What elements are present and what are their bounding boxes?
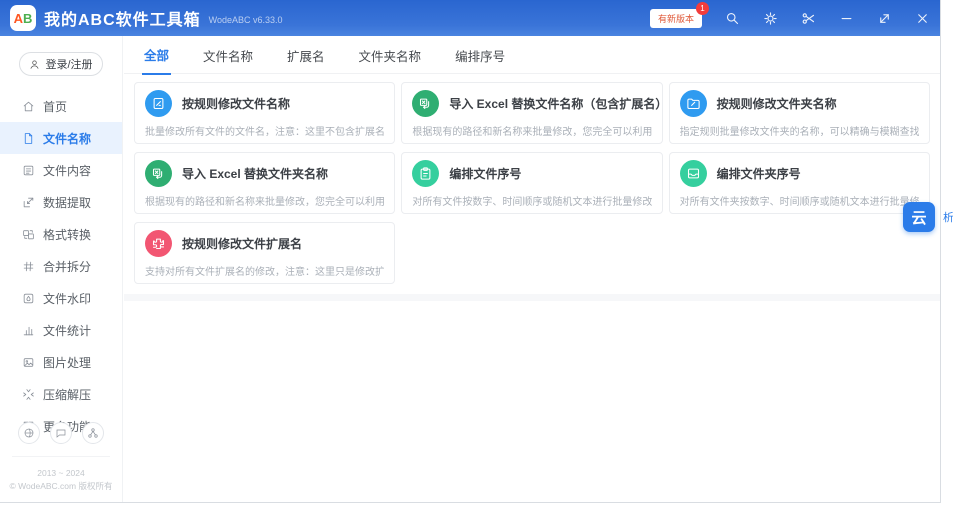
sidebar-item-label: 数据提取 (43, 194, 91, 211)
copyright: 2013 ~ 2024 © WodeABC.com 版权所有 (0, 467, 122, 494)
close-icon[interactable] (914, 10, 930, 26)
sidebar-item-image-processing[interactable]: 图片处理 (0, 346, 122, 378)
sidebar-item-watermark[interactable]: 文件水印 (0, 282, 122, 314)
tab-folder-name[interactable]: 文件夹名称 (357, 36, 424, 74)
minimize-icon[interactable] (838, 10, 854, 26)
tool-card-grid: 按规则修改文件名称 批量修改所有文件的文件名，注意：这里不包含扩展名 导入 Ex… (124, 74, 940, 292)
scissors-icon[interactable] (800, 10, 816, 26)
card-title: 按规则修改文件扩展名 (182, 235, 302, 252)
section-divider (124, 294, 940, 301)
sidebar-item-label: 首页 (43, 98, 67, 115)
excel-swap-icon (412, 90, 439, 117)
sidebar-item-label: 合并拆分 (43, 258, 91, 275)
card-title: 编排文件夹序号 (717, 165, 801, 182)
tab-file-name[interactable]: 文件名称 (201, 36, 255, 74)
sidebar-item-compress[interactable]: 压缩解压 (0, 378, 122, 410)
new-version-button[interactable]: 有新版本 1 (650, 9, 702, 28)
sidebar-item-label: 格式转换 (43, 226, 91, 243)
browser-icon[interactable] (18, 422, 40, 444)
logo-letter-a: A (14, 11, 23, 26)
cloud-tool-partial-label: 析 (943, 209, 953, 225)
main-content: 全部 文件名称 扩展名 文件夹名称 编排序号 按规则修改文件名称 批量修改所有文… (124, 36, 940, 502)
sidebar-item-format-convert[interactable]: 格式转换 (0, 218, 122, 250)
folder-edit-icon (680, 90, 707, 117)
card-title: 编排文件序号 (449, 165, 521, 182)
share-icon[interactable] (82, 422, 104, 444)
copyright-years: 2013 ~ 2024 (0, 467, 122, 481)
card-excel-rename-folder[interactable]: 导入 Excel 替换文件夹名称 根据现有的路径和新名称来批量修改，您完全可以利… (134, 152, 395, 214)
card-title: 导入 Excel 替换文件夹名称 (182, 165, 328, 182)
login-register-label: 登录/注册 (45, 56, 92, 72)
app-window: AB 我的ABC软件工具箱 WodeABC v6.33.0 有新版本 1 (0, 0, 941, 503)
gear-icon[interactable] (762, 10, 778, 26)
app-version: WodeABC v6.33.0 (209, 15, 283, 25)
sidebar-item-label: 图片处理 (43, 354, 91, 371)
card-title: 按规则修改文件名称 (182, 95, 290, 112)
sidebar: 登录/注册 首页 文件名称 文件内容 数据提取 格式转换 (0, 36, 123, 502)
login-register-button[interactable]: 登录/注册 (19, 52, 103, 76)
sidebar-item-label: 文件统计 (43, 322, 91, 339)
card-excel-rename-file[interactable]: 导入 Excel 替换文件名称（包含扩展名） 根据现有的路径和新名称来批量修改，… (401, 82, 662, 144)
file-icon (22, 132, 35, 145)
bar-chart-icon (22, 324, 35, 337)
card-description: 对所有文件夹按数字、时间顺序或随机文本进行批量修改，如果您的规则 (680, 193, 919, 208)
card-description: 对所有文件按数字、时间顺序或随机文本进行批量修改，如果您的规则不 (412, 193, 651, 208)
tab-extension[interactable]: 扩展名 (285, 36, 327, 74)
card-number-folders[interactable]: 编排文件夹序号 对所有文件夹按数字、时间顺序或随机文本进行批量修改，如果您的规则 (669, 152, 930, 214)
category-tabs: 全部 文件名称 扩展名 文件夹名称 编排序号 (124, 36, 940, 74)
sidebar-item-merge-split[interactable]: 合并拆分 (0, 250, 122, 282)
chat-icon[interactable] (50, 422, 72, 444)
floating-cloud-widget: 云 析 (903, 202, 953, 232)
card-description: 支持对所有文件扩展名的修改，注意：这里只是修改扩展名，【不是】文 (145, 263, 384, 278)
card-rename-folder[interactable]: 按规则修改文件夹名称 指定规则批量修改文件夹的名称，可以精确与模糊查找替换 (669, 82, 930, 144)
card-description: 根据现有的路径和新名称来批量修改，您完全可以利用 Excel 强大的功能 (145, 193, 384, 208)
card-description: 批量修改所有文件的文件名，注意：这里不包含扩展名 (145, 123, 384, 138)
card-description: 根据现有的路径和新名称来批量修改，您完全可以利用 Excel 强大的功能 (412, 123, 651, 138)
sidebar-item-data-extract[interactable]: 数据提取 (0, 186, 122, 218)
search-icon[interactable] (724, 10, 740, 26)
edit-file-icon (145, 90, 172, 117)
watermark-icon (22, 292, 35, 305)
person-icon (29, 59, 40, 70)
compress-icon (22, 388, 35, 401)
card-number-files[interactable]: 编排文件序号 对所有文件按数字、时间顺序或随机文本进行批量修改，如果您的规则不 (401, 152, 662, 214)
notification-badge: 1 (696, 2, 709, 15)
card-change-extension[interactable]: 按规则修改文件扩展名 支持对所有文件扩展名的修改，注意：这里只是修改扩展名，【不… (134, 222, 395, 284)
sidebar-item-file-content[interactable]: 文件内容 (0, 154, 122, 186)
clipboard-number-icon (412, 160, 439, 187)
app-title: 我的ABC软件工具箱 (44, 6, 201, 30)
convert-icon (22, 228, 35, 241)
sidebar-footer: 2013 ~ 2024 © WodeABC.com 版权所有 (0, 422, 122, 494)
tray-icon (680, 160, 707, 187)
maximize-icon[interactable] (876, 10, 892, 26)
card-description: 指定规则批量修改文件夹的名称，可以精确与模糊查找替换 (680, 123, 919, 138)
tab-all[interactable]: 全部 (142, 35, 171, 75)
logo-letter-b: B (23, 11, 32, 26)
card-rename-file[interactable]: 按规则修改文件名称 批量修改所有文件的文件名，注意：这里不包含扩展名 (134, 82, 395, 144)
sidebar-item-file-name[interactable]: 文件名称 (0, 122, 122, 154)
document-lines-icon (22, 164, 35, 177)
copyright-owner: © WodeABC.com 版权所有 (0, 480, 122, 494)
sidebar-item-label: 压缩解压 (43, 386, 91, 403)
titlebar: AB 我的ABC软件工具箱 WodeABC v6.33.0 有新版本 1 (0, 0, 940, 36)
card-title: 按规则修改文件夹名称 (717, 95, 837, 112)
tab-numbering[interactable]: 编排序号 (453, 36, 507, 74)
puzzle-icon (145, 230, 172, 257)
merge-split-icon (22, 260, 35, 273)
home-icon (22, 100, 35, 113)
new-version-label: 有新版本 (658, 14, 694, 24)
excel-swap-icon (145, 160, 172, 187)
app-logo: AB (10, 5, 36, 31)
extract-icon (22, 196, 35, 209)
sidebar-item-label: 文件名称 (43, 130, 91, 147)
cloud-tool-button[interactable]: 云 (903, 202, 935, 232)
divider (12, 456, 110, 457)
sidebar-nav: 首页 文件名称 文件内容 数据提取 格式转换 合并拆分 (0, 90, 122, 442)
sidebar-item-home[interactable]: 首页 (0, 90, 122, 122)
card-title: 导入 Excel 替换文件名称（包含扩展名） (449, 95, 662, 112)
sidebar-item-statistics[interactable]: 文件统计 (0, 314, 122, 346)
sidebar-item-label: 文件水印 (43, 290, 91, 307)
sidebar-item-label: 文件内容 (43, 162, 91, 179)
image-icon (22, 356, 35, 369)
